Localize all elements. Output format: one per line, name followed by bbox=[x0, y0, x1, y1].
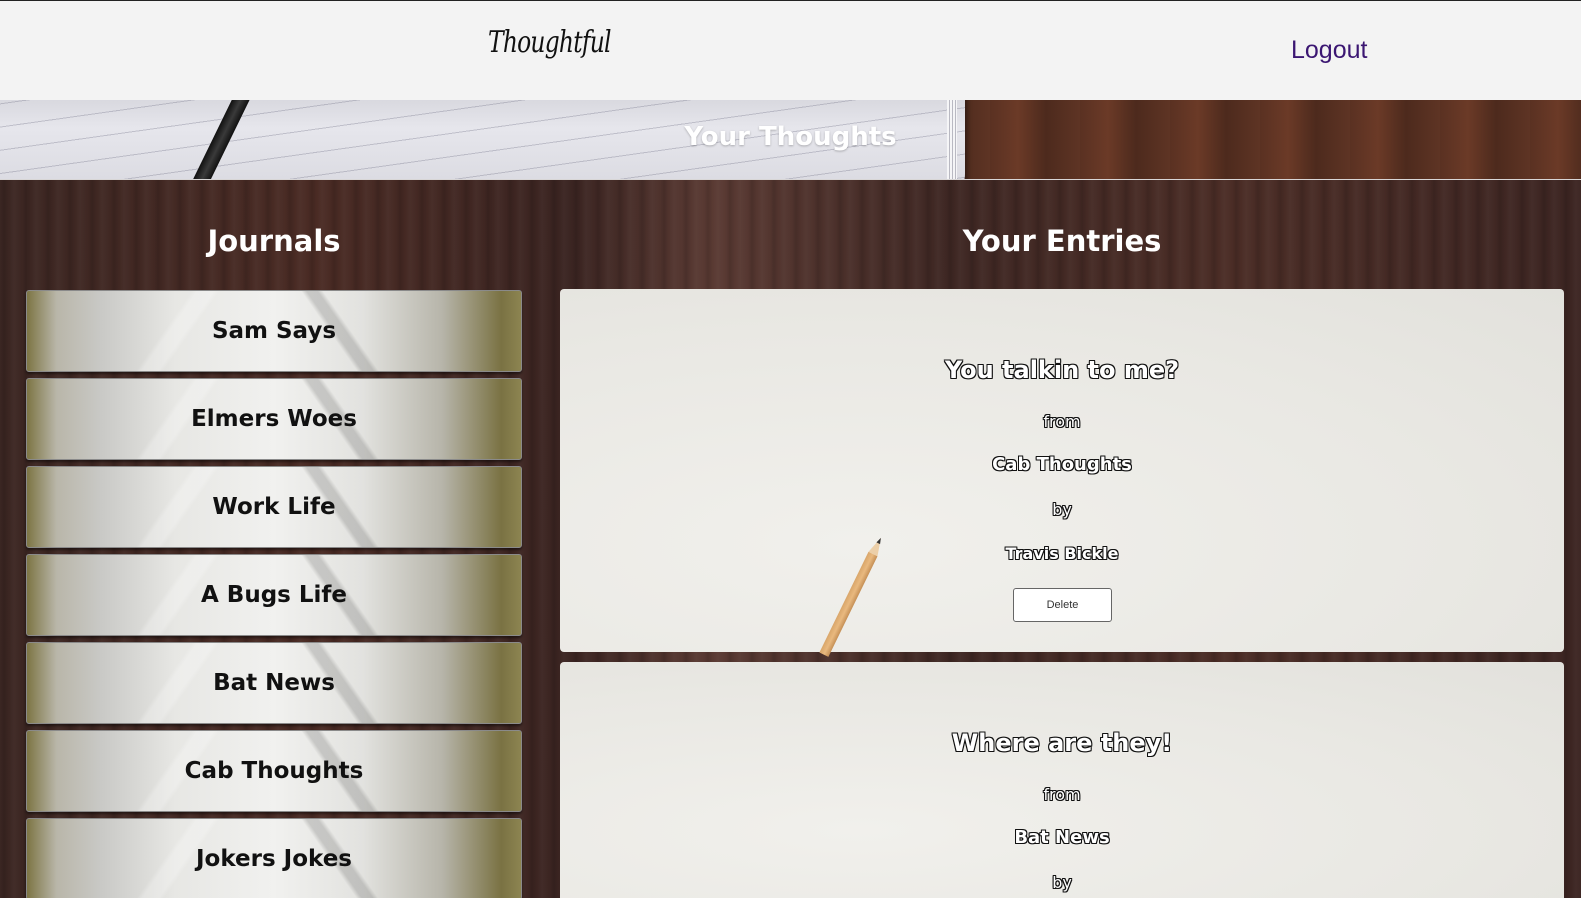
entries-heading: Your Entries bbox=[962, 224, 1162, 258]
journal-card-elmers-woes[interactable]: Elmers Woes bbox=[26, 378, 522, 460]
top-navbar: Thoughtful Logout bbox=[0, 0, 1581, 100]
journal-card-jokers-jokes[interactable]: Jokers Jokes bbox=[26, 818, 522, 898]
journal-card-work-life[interactable]: Work Life bbox=[26, 466, 522, 548]
journal-label: Work Life bbox=[212, 494, 336, 520]
entry-from-label: from bbox=[1043, 785, 1081, 804]
entry-journal-name: Bat News bbox=[1014, 827, 1110, 848]
journal-card-cab-thoughts[interactable]: Cab Thoughts bbox=[26, 730, 522, 812]
entry-card: Where are they! from Bat News by bbox=[560, 662, 1564, 898]
journal-label: A Bugs Life bbox=[200, 582, 348, 608]
page-title: Your Thoughts bbox=[684, 122, 897, 152]
journal-card-sam-says[interactable]: Sam Says bbox=[26, 290, 522, 372]
entry-from-label: from bbox=[1043, 412, 1081, 431]
entry-title: You talkin to me? bbox=[944, 356, 1180, 384]
entry-by-label: by bbox=[1052, 500, 1072, 519]
journal-label: Sam Says bbox=[211, 318, 337, 344]
journal-list: Sam Says Elmers Woes Work Life A Bugs Li… bbox=[26, 290, 522, 898]
entry-by-label: by bbox=[1052, 873, 1072, 892]
entry-journal-name: Cab Thoughts bbox=[992, 454, 1132, 475]
journal-label: Jokers Jokes bbox=[195, 846, 352, 872]
logout-link[interactable]: Logout bbox=[1291, 36, 1367, 65]
entry-title: Where are they! bbox=[951, 729, 1173, 757]
delete-entry-button[interactable]: Delete bbox=[1013, 588, 1112, 622]
entry-card: You talkin to me? from Cab Thoughts by T… bbox=[560, 289, 1564, 652]
journal-card-bat-news[interactable]: Bat News bbox=[26, 642, 522, 724]
journal-card-a-bugs-life[interactable]: A Bugs Life bbox=[26, 554, 522, 636]
journal-label: Cab Thoughts bbox=[184, 758, 364, 784]
journals-heading: Journals bbox=[207, 224, 341, 258]
hero-banner: Your Thoughts bbox=[0, 100, 1581, 180]
journal-label: Bat News bbox=[213, 670, 335, 696]
entry-author: Travis Bickle bbox=[1005, 544, 1119, 563]
journal-label: Elmers Woes bbox=[191, 406, 357, 432]
brand-logo[interactable]: Thoughtful bbox=[488, 25, 611, 60]
